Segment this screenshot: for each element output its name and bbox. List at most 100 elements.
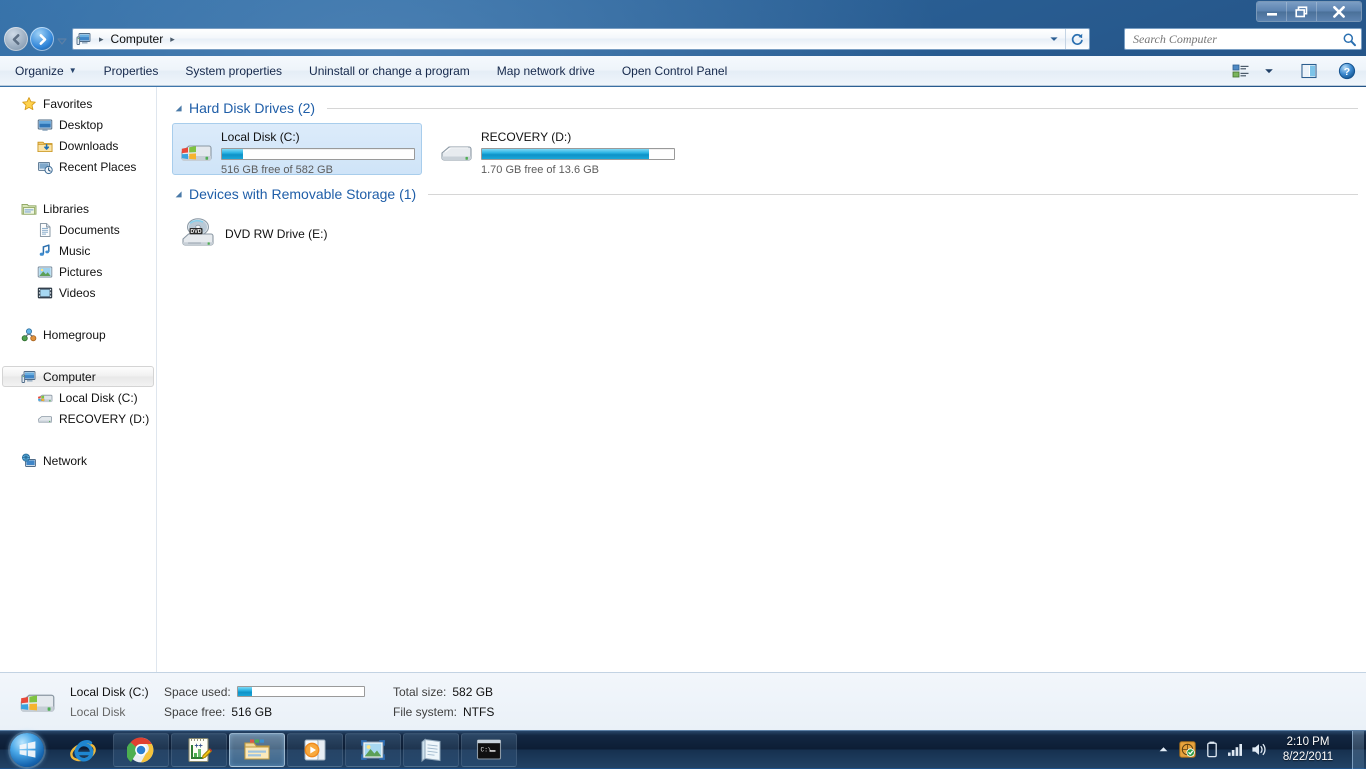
space-used-label: Space used: [164,684,231,699]
sidebar-item-label: Favorites [43,96,93,111]
chevron-down-icon: ▼ [68,66,77,75]
sidebar-item-videos[interactable]: Videos [2,282,154,303]
taskbar: ++ C:\ 2:10 PM 8/22/2011 [0,730,1366,769]
group-title: Devices with Removable Storage (1) [189,186,417,202]
drive-tile-recovery-d[interactable]: RECOVERY (D:) 1.70 GB free of 13.6 GB [432,123,682,176]
sidebar-item-recent-places[interactable]: Recent Places [2,156,154,177]
internet-explorer-icon [70,739,96,762]
toolbar-item-label: System properties [185,63,283,78]
chevron-down-icon [1265,68,1273,73]
group-header-hard-disk-drives[interactable]: Hard Disk Drives (2) [158,97,1366,119]
toolbar-organize-button[interactable]: Organize ▼ [3,59,89,83]
address-dropdown-button[interactable] [1045,29,1063,49]
toolbar-map-network-drive-button[interactable]: Map network drive [485,59,607,83]
breadcrumb-root-icon[interactable] [73,29,95,49]
recent-pages-button[interactable] [56,35,68,45]
drive-usage-fill [482,149,650,159]
toolbar-item-label: Map network drive [496,63,595,78]
taskbar-button-notepad-plus-plus[interactable]: ++ [171,732,227,767]
toolbar-open-control-panel-button[interactable]: Open Control Panel [610,59,739,83]
group-collapse-triangle-icon[interactable] [174,190,183,199]
back-button[interactable] [4,27,28,51]
sidebar-item-label: Homegroup [43,327,106,342]
taskbar-button-notepad[interactable] [403,732,459,767]
taskbar-button-media-player[interactable] [287,732,343,767]
taskbar-button-photo-viewer[interactable] [345,732,401,767]
taskbar-clock[interactable]: 2:10 PM 8/22/2011 [1275,735,1341,765]
libraries-icon [21,203,37,215]
details-title-column: Local Disk (C:) Local Disk [70,683,150,720]
battery-icon [1206,741,1217,758]
details-subtitle: Local Disk [70,704,126,719]
change-view-button[interactable] [1228,59,1254,83]
taskbar-button-command-prompt[interactable]: C:\ [461,732,517,767]
minimize-button[interactable] [1257,2,1287,21]
tray-overflow-button[interactable] [1155,741,1172,758]
sidebar-item-label: Network [43,453,88,468]
sidebar-item-music[interactable]: Music [2,240,154,261]
computer-icon [76,33,91,45]
sidebar-item-libraries[interactable]: Libraries [2,198,154,219]
taskbar-button-windows-explorer[interactable] [229,732,285,767]
sidebar-item-label: Music [59,243,91,258]
search-box[interactable] [1124,28,1362,50]
hard-drive-icon [38,415,52,423]
breadcrumb-separator-1: ▸ [170,33,175,44]
tray-action-center-icon[interactable] [1179,741,1196,758]
toolbar-properties-button[interactable]: Properties [92,59,171,83]
tray-battery-icon[interactable] [1203,741,1220,758]
group-collapse-triangle-icon[interactable] [174,104,183,113]
file-system-label: File system: [393,704,458,719]
taskbar-button-internet-explorer[interactable] [55,733,111,767]
drive-name: Local Disk (C:) [221,130,300,144]
close-button[interactable] [1317,2,1361,21]
sidebar-item-network[interactable]: Network [2,450,154,471]
toolbar-system-properties-button[interactable]: System properties [173,59,294,83]
tray-network-signal-icon[interactable] [1227,741,1244,758]
sidebar-item-local-disk-c[interactable]: Local Disk (C:) [2,387,154,408]
system-drive-icon [38,394,53,402]
sidebar-item-downloads[interactable]: Downloads [2,135,154,156]
window-titlebar [0,0,1366,24]
address-bar[interactable]: ▸ Computer ▸ [72,28,1090,50]
group-header-removable-storage[interactable]: Devices with Removable Storage (1) [158,183,1366,205]
refresh-button[interactable] [1065,29,1087,49]
change-view-dropdown-button[interactable] [1256,59,1282,83]
taskbar-button-google-chrome[interactable] [113,732,169,767]
sidebar-item-label: Pictures [59,264,103,279]
sidebar-item-favorites[interactable]: Favorites [2,93,154,114]
help-button[interactable]: ? [1334,59,1360,83]
sidebar-item-homegroup[interactable]: Homegroup [2,324,154,345]
desktop-icon [37,119,53,131]
sidebar-item-desktop[interactable]: Desktop [2,114,154,135]
sidebar-item-label: Recent Places [59,159,137,174]
sidebar-item-label: Documents [59,222,120,237]
start-button[interactable] [0,731,54,769]
notepad-plus-plus-icon: ++ [188,737,213,762]
svg-text:?: ? [1344,66,1350,78]
sidebar-item-computer[interactable]: Computer [2,366,154,387]
preview-pane-icon [1301,63,1317,78]
drive-tile-local-disk-c[interactable]: Local Disk (C:) 516 GB free of 582 GB [172,123,422,176]
sidebar-item-documents[interactable]: Documents [2,219,154,240]
tray-volume-icon[interactable] [1251,741,1268,758]
explorer-body: Favorites Desktop Downloads Recent Place… [0,87,1366,672]
device-tile-dvd-rw-drive-e[interactable]: DVD DVD RW Drive (E:) [172,211,402,257]
sidebar-item-recovery-d[interactable]: RECOVERY (D:) [2,408,154,429]
sidebar-item-pictures[interactable]: Pictures [2,261,154,282]
chevron-down-icon [1050,37,1058,41]
breadcrumb-item-computer[interactable]: Computer [108,29,167,49]
restore-button[interactable] [1287,2,1317,21]
show-preview-pane-button[interactable] [1296,59,1322,83]
command-toolbar: Organize ▼ Properties System properties … [0,56,1366,86]
search-input[interactable] [1133,31,1342,47]
toolbar-uninstall-button[interactable]: Uninstall or change a program [297,59,482,83]
photo-viewer-icon [361,739,385,760]
address-bar-row: ▸ Computer ▸ [0,24,1366,54]
music-note-icon [39,243,50,256]
show-desktop-button[interactable] [1352,730,1364,769]
forward-button[interactable] [30,27,54,51]
sidebar-item-label: Desktop [59,117,104,132]
help-icon: ? [1338,62,1356,79]
